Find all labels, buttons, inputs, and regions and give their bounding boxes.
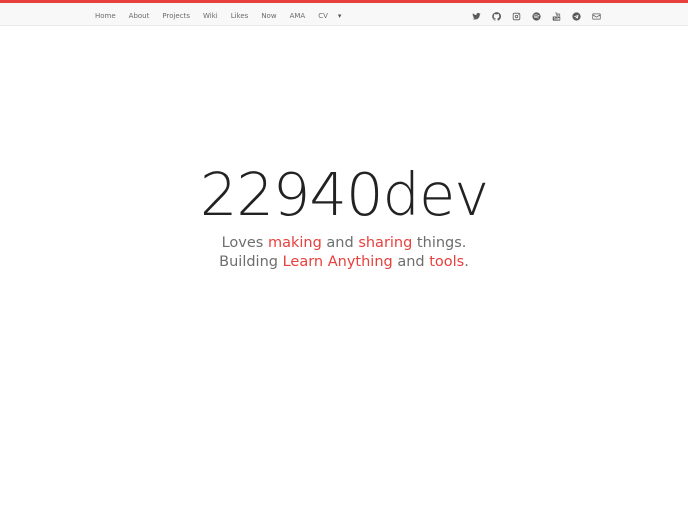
instagram-icon[interactable]: [511, 11, 522, 22]
youtube-icon[interactable]: [551, 11, 562, 22]
nav-projects[interactable]: Projects: [162, 8, 190, 24]
nav-wiki[interactable]: Wiki: [203, 8, 218, 24]
telegram-icon[interactable]: [571, 11, 582, 22]
top-navbar: Home About Projects Wiki Likes Now AMA C…: [0, 0, 688, 26]
spotify-icon[interactable]: [531, 11, 542, 22]
tagline-text: and: [321, 235, 359, 251]
nav-home[interactable]: Home: [95, 8, 116, 24]
nav-likes[interactable]: Likes: [231, 8, 249, 24]
tagline-line-1: Loves making and sharing things.: [0, 234, 688, 253]
making-link[interactable]: making: [268, 235, 322, 251]
email-icon[interactable]: [591, 11, 602, 22]
nav-cv[interactable]: CV: [318, 8, 328, 24]
site-title: 22940dev: [199, 160, 489, 229]
tagline: Loves making and sharing things. Buildin…: [0, 234, 688, 272]
nav-about[interactable]: About: [129, 8, 150, 24]
twitter-icon[interactable]: [471, 11, 482, 22]
tagline-text: Loves: [221, 235, 268, 251]
tagline-line-2: Building Learn Anything and tools.: [0, 253, 688, 272]
learn-anything-link[interactable]: Learn Anything: [283, 254, 393, 270]
sharing-link[interactable]: sharing: [358, 235, 412, 251]
nav-more-dropdown[interactable]: ▾: [338, 8, 342, 24]
nav-now[interactable]: Now: [261, 8, 276, 24]
tagline-text: and: [392, 254, 430, 270]
tagline-text: Building: [219, 254, 283, 270]
social-links: [471, 8, 602, 24]
main-nav: Home About Projects Wiki Likes Now AMA C…: [95, 8, 341, 24]
tools-link[interactable]: tools: [429, 254, 464, 270]
nav-ama[interactable]: AMA: [290, 8, 306, 24]
tagline-text: things.: [412, 235, 467, 251]
tagline-text: .: [464, 254, 469, 270]
github-icon[interactable]: [491, 11, 502, 22]
